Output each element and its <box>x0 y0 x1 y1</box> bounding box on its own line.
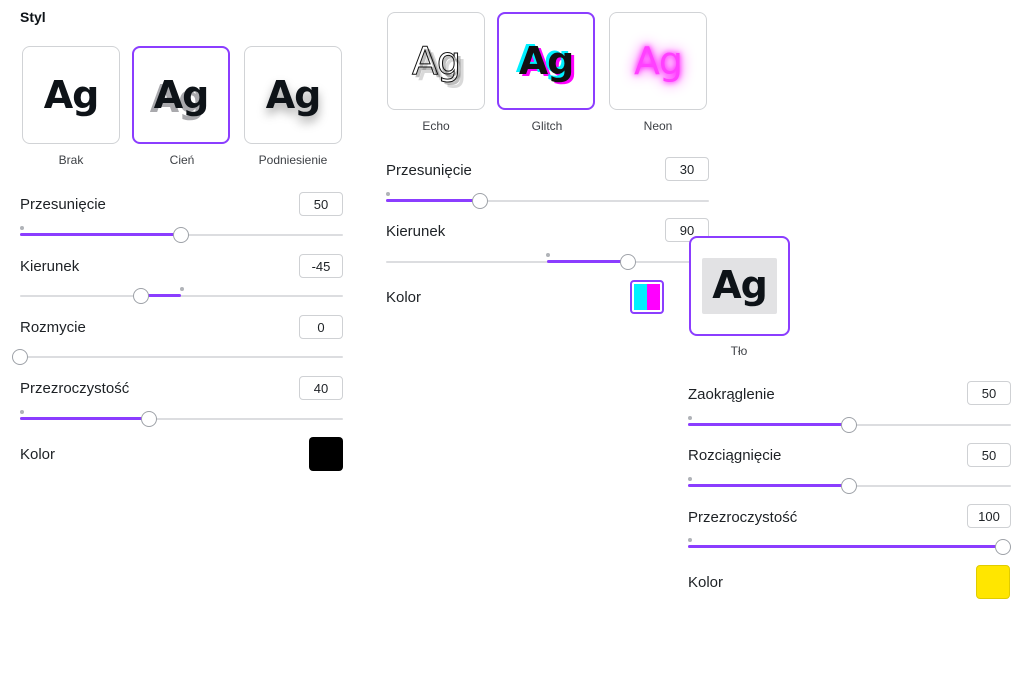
bg-color-label: Kolor <box>688 574 724 591</box>
roundness-slider[interactable] <box>688 416 1011 433</box>
direction-slider[interactable] <box>20 287 343 304</box>
style-preview-shadow: Ag <box>153 73 210 117</box>
slider-thumb[interactable] <box>133 288 149 304</box>
style-caption-lift: Podniesienie <box>258 153 328 167</box>
slider-thumb[interactable] <box>841 417 857 433</box>
opacity-slider[interactable] <box>20 410 343 427</box>
slider-thumb[interactable] <box>12 349 28 365</box>
roundness-label: Zaokrąglenie <box>688 386 775 403</box>
bg-opacity-input[interactable]: 100 <box>967 504 1011 528</box>
opacity-input[interactable]: 40 <box>299 376 343 400</box>
shadow-color-swatch[interactable] <box>309 437 343 471</box>
slider-zero-dot <box>688 477 692 481</box>
style-preview-none: Ag <box>43 73 100 117</box>
bg-opacity-label: Przezroczystość <box>688 509 798 526</box>
style-caption-neon: Neon <box>643 119 673 133</box>
slider-zero-dot <box>688 538 692 542</box>
cyan-color-half <box>634 284 647 310</box>
glitch-direction-slider[interactable] <box>386 253 709 270</box>
style-tile-neon[interactable]: Ag <box>609 12 707 110</box>
offset-slider[interactable] <box>20 226 343 243</box>
style-preview-glitch: Ag <box>518 39 575 83</box>
roundness-input[interactable]: 50 <box>967 381 1011 405</box>
slider-thumb[interactable] <box>141 411 157 427</box>
bg-opacity-slider[interactable] <box>688 538 1011 555</box>
style-caption-background: Tło <box>730 344 748 358</box>
style-caption-echo: Echo <box>422 119 450 133</box>
slider-fill <box>688 484 849 487</box>
slider-thumb[interactable] <box>841 478 857 494</box>
style-tile-lift[interactable]: Ag <box>244 46 342 144</box>
style-tile-echo[interactable]: Ag <box>387 12 485 110</box>
style-caption-glitch: Glitch <box>531 119 563 133</box>
glitch-direction-label: Kierunek <box>386 223 446 240</box>
slider-zero-dot <box>20 410 24 414</box>
slider-fill <box>688 545 1003 548</box>
blur-label: Rozmycie <box>20 319 86 336</box>
magenta-color-half <box>647 284 660 310</box>
direction-label: Kierunek <box>20 258 80 275</box>
spread-label: Rozciągnięcie <box>688 447 782 464</box>
opacity-label: Przezroczystość <box>20 380 130 397</box>
slider-fill <box>547 260 628 263</box>
slider-fill <box>386 199 480 202</box>
glitch-offset-label: Przesunięcie <box>386 162 472 179</box>
slider-thumb[interactable] <box>620 254 636 270</box>
slider-track <box>20 295 343 297</box>
slider-thumb[interactable] <box>173 227 189 243</box>
slider-fill <box>20 417 149 420</box>
slider-zero-dot <box>180 287 184 291</box>
slider-thumb[interactable] <box>472 193 488 209</box>
style-preview-neon: Ag <box>633 39 683 83</box>
style-preview-background: Ag <box>712 263 768 307</box>
style-tile-none[interactable]: Ag <box>22 46 120 144</box>
style-preview-lift: Ag <box>265 73 322 117</box>
offset-input[interactable]: 50 <box>299 192 343 216</box>
slider-track <box>20 356 343 358</box>
style-tile-glitch[interactable]: Ag <box>497 12 595 110</box>
slider-zero-dot <box>20 226 24 230</box>
slider-fill <box>688 423 849 426</box>
style-tile-background[interactable]: Ag <box>689 236 790 336</box>
glitch-color-swatch[interactable] <box>630 280 664 314</box>
background-chip: Ag <box>702 258 777 314</box>
offset-label: Przesunięcie <box>20 196 106 213</box>
color-label: Kolor <box>20 446 56 463</box>
spread-input[interactable]: 50 <box>967 443 1011 467</box>
blur-slider[interactable] <box>12 349 343 365</box>
style-preview-echo: Ag <box>411 39 461 83</box>
slider-thumb[interactable] <box>995 539 1011 555</box>
glitch-offset-input[interactable]: 30 <box>665 157 709 181</box>
style-caption-none: Brak <box>58 153 84 167</box>
glitch-offset-slider[interactable] <box>386 192 709 209</box>
style-tile-shadow[interactable]: Ag <box>132 46 230 144</box>
slider-zero-dot <box>546 253 550 257</box>
style-caption-shadow: Cień <box>169 153 195 167</box>
spread-slider[interactable] <box>688 477 1011 494</box>
style-section-title: Styl <box>20 9 46 25</box>
bg-color-swatch[interactable] <box>976 565 1010 599</box>
glitch-color-label: Kolor <box>386 289 422 306</box>
slider-fill <box>20 233 181 236</box>
slider-zero-dot <box>386 192 390 196</box>
blur-input[interactable]: 0 <box>299 315 343 339</box>
slider-zero-dot <box>688 416 692 420</box>
direction-input[interactable]: -45 <box>299 254 343 278</box>
